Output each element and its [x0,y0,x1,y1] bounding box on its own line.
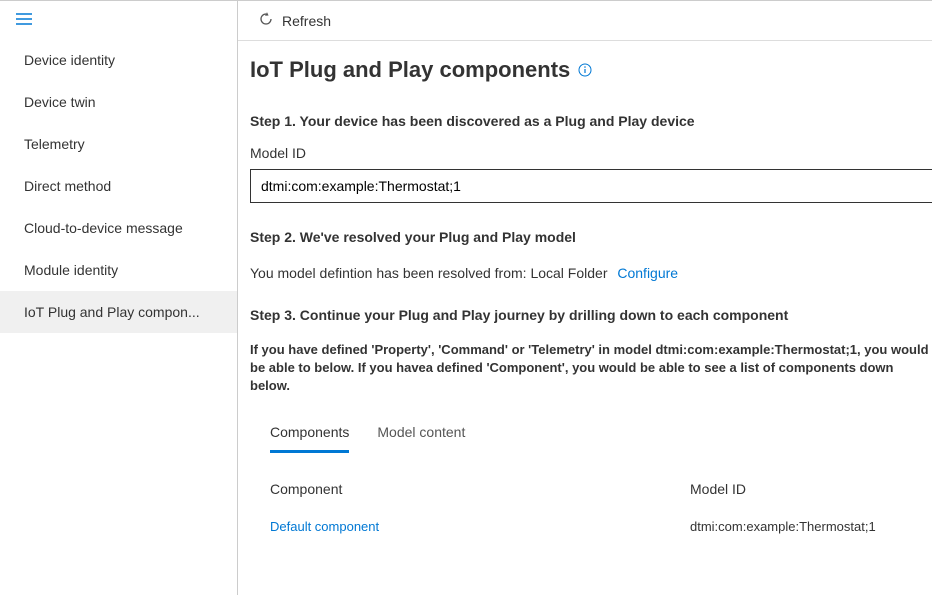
info-icon[interactable] [578,63,592,77]
refresh-icon [258,11,274,30]
model-id-label: Model ID [250,145,932,161]
table-header-model-id: Model ID [690,481,932,497]
page-title: IoT Plug and Play components [250,41,932,101]
step3-body: If you have defined 'Property', 'Command… [250,341,932,396]
step2-resolved-text: You model defintion has been resolved fr… [250,265,607,281]
table-row: Default component dtmi:com:example:Therm… [270,519,932,534]
sidebar-item-telemetry[interactable]: Telemetry [0,123,237,165]
step3-heading: Step 3. Continue your Plug and Play jour… [250,307,932,323]
sidebar-item-module-identity[interactable]: Module identity [0,249,237,291]
table-header-component: Component [270,481,690,497]
main-content: Refresh IoT Plug and Play components Ste… [238,1,932,595]
components-table: Component Model ID Default component dtm… [250,481,932,534]
sidebar-item-cloud-to-device[interactable]: Cloud-to-device message [0,207,237,249]
sidebar: Device identity Device twin Telemetry Di… [0,1,238,595]
model-id-input[interactable] [250,169,932,203]
tab-model-content[interactable]: Model content [377,424,465,453]
page-title-text: IoT Plug and Play components [250,57,570,83]
step2-heading: Step 2. We've resolved your Plug and Pla… [250,229,932,245]
tabs: Components Model content [250,424,932,453]
sidebar-item-iot-pnp-components[interactable]: IoT Plug and Play compon... [0,291,237,333]
sidebar-item-device-identity[interactable]: Device identity [0,39,237,81]
refresh-button[interactable]: Refresh [282,13,331,29]
configure-link[interactable]: Configure [617,265,678,281]
toolbar: Refresh [238,1,932,41]
step1-heading: Step 1. Your device has been discovered … [250,113,932,129]
hamburger-menu-button[interactable] [0,1,237,39]
component-link-default[interactable]: Default component [270,519,379,534]
table-header-row: Component Model ID [270,481,932,497]
sidebar-item-device-twin[interactable]: Device twin [0,81,237,123]
hamburger-icon [16,13,32,25]
sidebar-item-direct-method[interactable]: Direct method [0,165,237,207]
table-cell-model-id: dtmi:com:example:Thermostat;1 [690,519,932,534]
tab-components[interactable]: Components [270,424,349,453]
